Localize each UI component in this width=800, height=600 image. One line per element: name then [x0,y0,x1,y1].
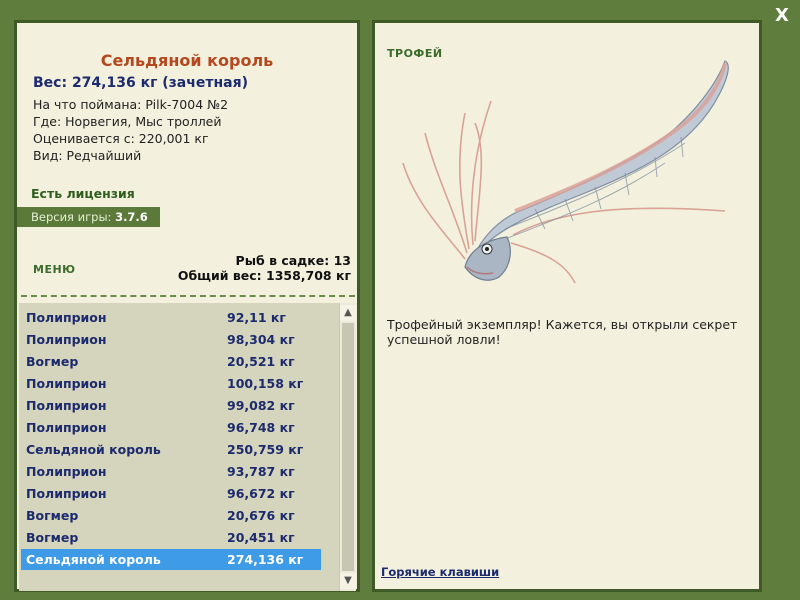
fish-weight: Вес: 274,136 кг (зачетная) [33,75,248,91]
catch-fish-weight: 93,787 кг [227,464,295,479]
catch-fish-name: Полиприон [26,398,107,413]
fish-rarity: Вид: Редчайший [33,148,142,163]
catch-list-item[interactable]: Полиприон 93,787 кг [21,461,321,482]
version-bar: Версия игры: 3.7.6 [17,207,160,227]
trophy-panel: ТРОФЕЙ Трофейный экземпляр! Кажется, вы … [372,20,762,592]
catch-fish-weight: 96,672 кг [227,486,295,501]
catch-fish-name: Полиприон [26,420,107,435]
trophy-message: Трофейный экземпляр! Кажется, вы открыли… [387,317,738,347]
close-button[interactable]: X [770,4,794,28]
catch-fish-name: Полиприон [26,464,107,479]
fish-title: Сельдяной король [100,51,274,70]
scroll-thumb[interactable] [342,323,354,571]
catch-fish-weight: 274,136 кг [227,552,304,567]
catch-list-item[interactable]: Вогмер 20,521 кг [21,351,321,372]
license-status: Есть лицензия [31,186,135,201]
version-value: 3.7.6 [115,210,148,224]
catch-fish-name: Полиприон [26,486,107,501]
catch-fish-weight: 92,11 кг [227,310,286,325]
catch-fish-weight: 96,748 кг [227,420,295,435]
catch-fish-name: Сельдяной король [26,552,161,567]
catch-list-scrollbar[interactable]: ▲ ▼ [339,303,356,591]
catch-fish-weight: 100,158 кг [227,376,304,391]
catch-list-item[interactable]: Полиприон 96,672 кг [21,483,321,504]
catch-fish-name: Полиприон [26,310,107,325]
catch-fish-name: Вогмер [26,530,79,545]
catch-fish-name: Вогмер [26,508,79,523]
catch-fish-name: Полиприон [26,376,107,391]
catch-fish-weight: 20,676 кг [227,508,295,523]
divider [21,295,355,297]
hotkeys-link[interactable]: Горячие клавиши [381,565,499,579]
catch-fish-name: Сельдяной король [26,442,161,457]
catch-list-item[interactable]: Полиприон 100,158 кг [21,373,321,394]
catch-fish-weight: 20,451 кг [227,530,295,545]
version-label: Версия игры: [31,210,112,224]
catch-list-item[interactable]: Вогмер 20,451 кг [21,527,321,548]
catch-info-panel: Сельдяной король Вес: 274,136 кг (зачетн… [14,20,360,592]
total-weight: Общий вес: 1358,708 кг [177,268,351,283]
fish-count: Рыб в садке: 13 [235,253,351,268]
catch-fish-weight: 20,521 кг [227,354,295,369]
keepnet-stats: Рыб в садке: 13 Общий вес: 1358,708 кг [178,253,351,283]
catch-list-item[interactable]: Полиприон 99,082 кг [21,395,321,416]
catch-list-item[interactable]: Сельдяной король 274,136 кг [21,549,321,570]
oarfish-image [402,60,729,284]
fish-valued-from: Оценивается с: 220,001 кг [33,131,209,146]
catch-list-item[interactable]: Полиприон 92,11 кг [21,307,321,328]
scroll-down-icon[interactable]: ▼ [340,573,356,589]
fish-bait: На что поймана: Pilk-7004 №2 [33,97,229,112]
catch-fish-weight: 99,082 кг [227,398,295,413]
catch-fish-weight: 250,759 кг [227,442,304,457]
catch-list[interactable]: Полиприон 92,11 кг Полиприон 98,304 кг Вогме… [19,303,339,591]
scroll-up-icon[interactable]: ▲ [340,305,356,321]
catch-fish-name: Полиприон [26,332,107,347]
catch-list-item[interactable]: Сельдяной король 250,759 кг [21,439,321,460]
catch-list-item[interactable]: Полиприон 98,304 кг [21,329,321,350]
catch-list-item[interactable]: Полиприон 96,748 кг [21,417,321,438]
catch-fish-name: Вогмер [26,354,79,369]
fish-location: Где: Норвегия, Мыс троллей [33,114,222,129]
catch-fish-weight: 98,304 кг [227,332,295,347]
catch-list-item[interactable]: Вогмер 20,676 кг [21,505,321,526]
menu-button[interactable]: МЕНЮ [33,263,76,276]
game-window: X Сельдяной король Вес: 274,136 кг (заче… [0,0,800,600]
